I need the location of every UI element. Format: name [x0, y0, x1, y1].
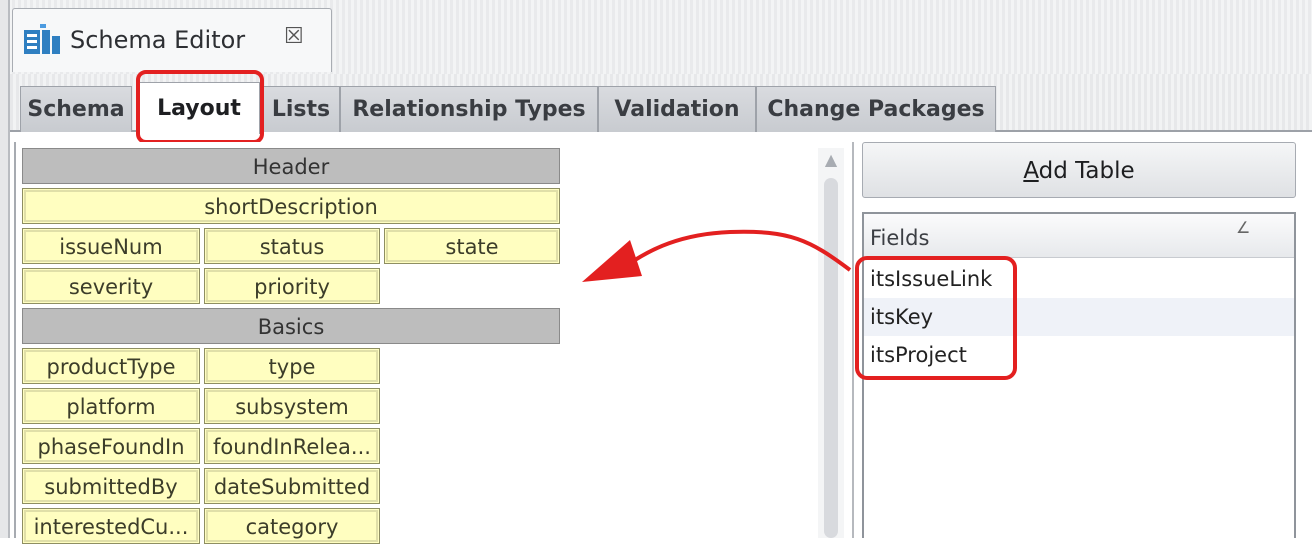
field-cell-priority[interactable]: priority — [204, 268, 380, 304]
window-left-edge — [0, 0, 10, 538]
scroll-up-icon[interactable]: ▲ — [821, 150, 841, 169]
field-cell-category[interactable]: category — [204, 508, 380, 544]
tab-lists[interactable]: Lists — [262, 86, 340, 132]
drag-arrow-annotation — [582, 229, 852, 282]
field-cell-producttype[interactable]: productType — [22, 348, 200, 384]
tab-validation[interactable]: Validation — [598, 86, 756, 132]
tab-relationship-types[interactable]: Relationship Types — [340, 86, 598, 132]
field-cell-subsystem[interactable]: subsystem — [204, 388, 380, 424]
fields-highlight — [855, 256, 1017, 380]
tab-change-packages[interactable]: Change Packages — [756, 86, 996, 132]
field-cell-phasefoundin[interactable]: phaseFoundIn — [22, 428, 200, 464]
field-cell-shortdescription[interactable]: shortDescription — [22, 188, 560, 224]
close-icon[interactable]: ☒ — [284, 24, 304, 49]
field-cell-datesubmitted[interactable]: dateSubmitted — [204, 468, 380, 504]
field-cell-submittedby[interactable]: submittedBy — [22, 468, 200, 504]
field-cell-status[interactable]: status — [204, 228, 380, 264]
fields-column-header[interactable]: Fields — [864, 214, 1294, 258]
schema-editor-icon — [24, 24, 60, 54]
sort-indicator-icon: ∠ — [1236, 218, 1251, 237]
field-cell-foundinrelease[interactable]: foundInRelea... — [204, 428, 380, 464]
tab-schema[interactable]: Schema — [20, 86, 132, 132]
editor-title: Schema Editor — [70, 26, 246, 54]
field-cell-type[interactable]: type — [204, 348, 380, 384]
field-cell-platform[interactable]: platform — [22, 388, 200, 424]
field-cell-interestedcustomers[interactable]: interestedCu... — [22, 508, 200, 544]
add-table-label-rest: dd Table — [1038, 158, 1135, 184]
section-header-header[interactable]: Header — [22, 148, 560, 184]
section-header-basics[interactable]: Basics — [22, 308, 560, 344]
add-table-mnemonic: A — [1023, 158, 1039, 184]
layout-tab-highlight — [136, 70, 264, 144]
field-cell-state[interactable]: state — [384, 228, 560, 264]
field-cell-severity[interactable]: severity — [22, 268, 200, 304]
field-cell-issuenum[interactable]: issueNum — [22, 228, 200, 264]
add-table-button[interactable]: Add Table — [862, 142, 1296, 198]
